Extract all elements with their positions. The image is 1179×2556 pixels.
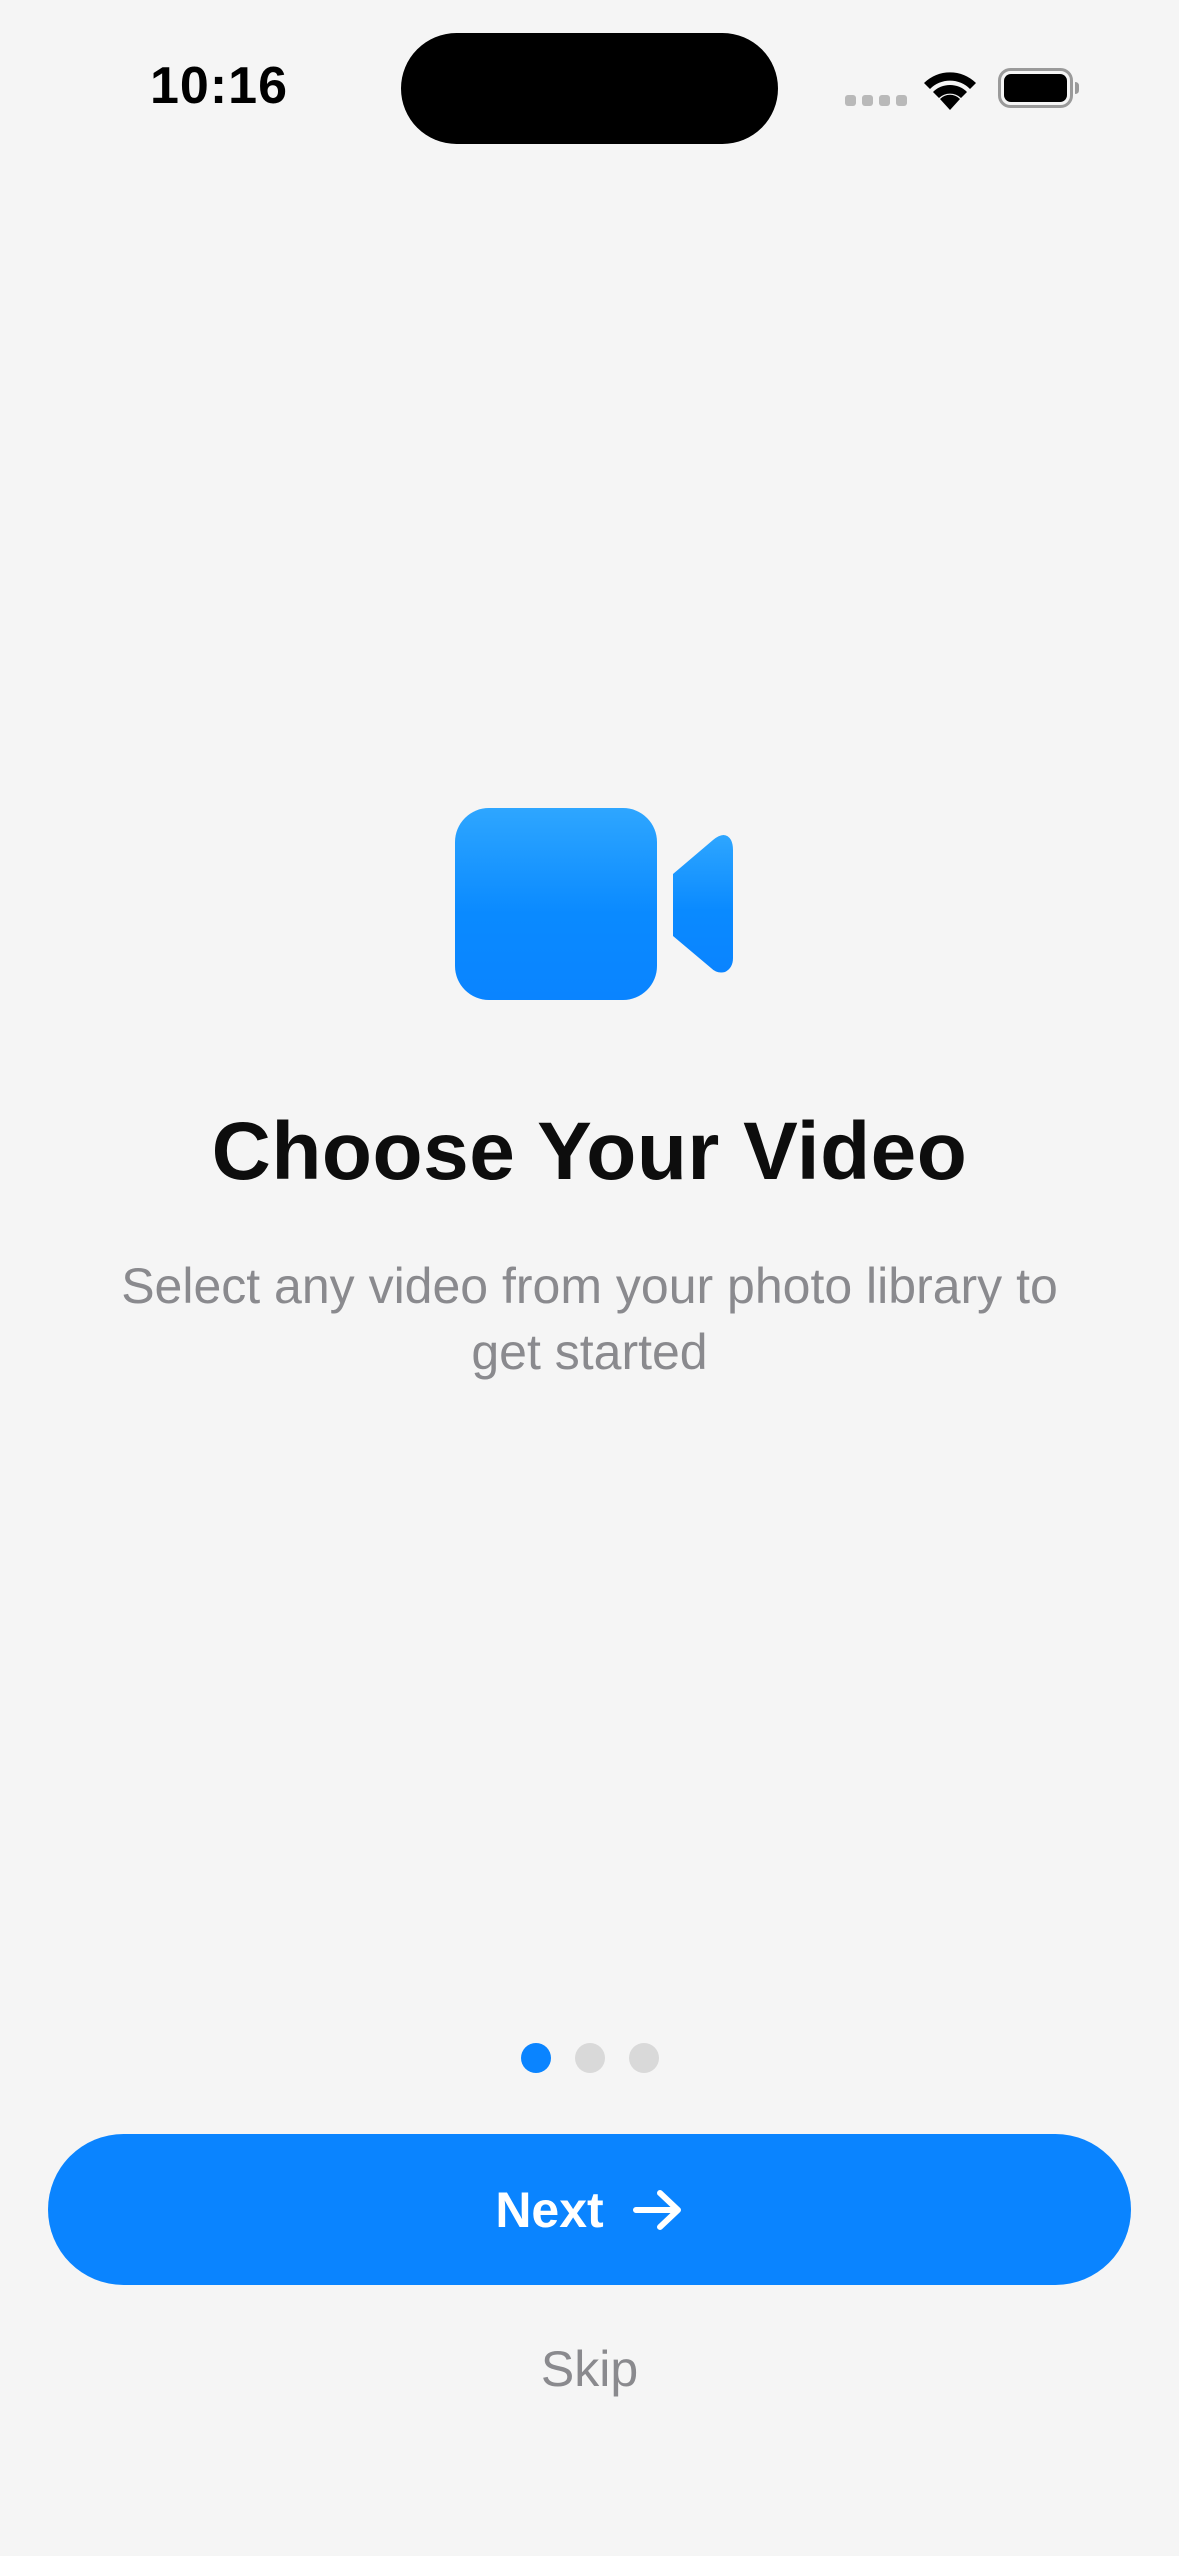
page-subtitle: Select any video from your photo library… bbox=[121, 1258, 1058, 1380]
wifi-icon bbox=[924, 72, 976, 110]
page-title: Choose Your Video bbox=[211, 1106, 968, 1197]
status-time: 10:16 bbox=[150, 57, 288, 115]
cellular-signal-icon bbox=[845, 95, 907, 106]
next-button-label: Next bbox=[495, 2181, 604, 2238]
dynamic-island bbox=[401, 33, 778, 144]
page-dot-2[interactable] bbox=[574, 2043, 605, 2073]
page-dot-1[interactable] bbox=[520, 2043, 551, 2073]
video-camera-icon bbox=[455, 808, 733, 1000]
arrow-right-icon bbox=[632, 2189, 681, 2230]
page-dot-3[interactable] bbox=[628, 2043, 659, 2073]
page-indicator bbox=[0, 2043, 1179, 2073]
skip-button[interactable]: Skip bbox=[0, 2340, 1179, 2398]
battery-icon bbox=[998, 68, 1079, 108]
next-button[interactable]: Next bbox=[48, 2134, 1131, 2285]
status-bar: 10:16 bbox=[0, 0, 1179, 170]
